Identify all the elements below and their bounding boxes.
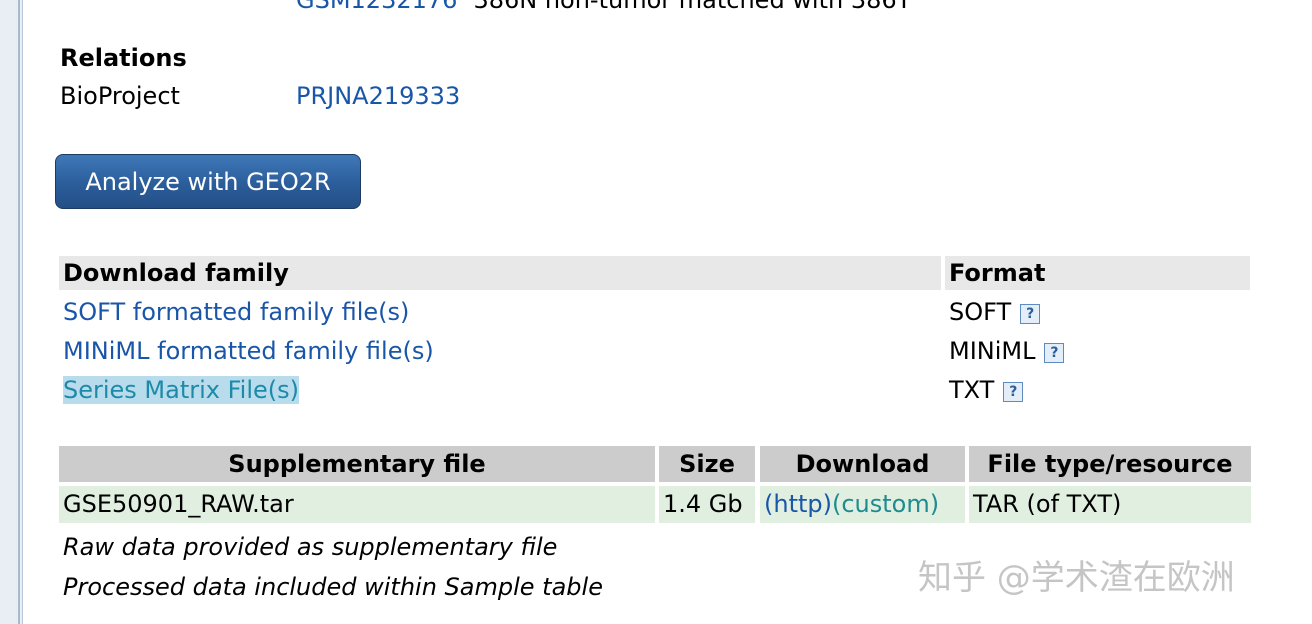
supplementary-file-name: GSE50901_RAW.tar [59, 486, 655, 523]
watermark: 知乎 @学术渣在欧洲 [918, 558, 1235, 598]
size-header: Size [659, 446, 755, 482]
supplementary-file-size: 1.4 Gb [659, 486, 755, 523]
bioproject-label: BioProject [60, 82, 180, 110]
soft-format: SOFT? [949, 298, 1041, 326]
download-header: Download [760, 446, 965, 482]
file-type-cell: TAR (of TXT) [969, 486, 1251, 523]
help-icon[interactable]: ? [1044, 343, 1065, 363]
sample-link[interactable]: GSM1232176 [296, 0, 457, 14]
http-download-link[interactable]: (http) [764, 490, 832, 518]
format-label: SOFT [949, 298, 1012, 326]
format-header: Format [945, 256, 1250, 290]
file-type-header: File type/resource [969, 446, 1251, 482]
download-family-header: Download family [59, 256, 941, 290]
help-icon[interactable]: ? [1003, 382, 1024, 402]
sample-row-partial: GSM1232176 386N non-tumor matched with 38… [296, 0, 911, 14]
download-links-cell: (http)(custom) [760, 486, 965, 523]
miniml-format: MINiML? [949, 337, 1065, 365]
raw-data-note: Raw data provided as supplementary file [63, 533, 558, 561]
custom-download-link[interactable]: (custom) [832, 490, 939, 518]
txt-format: TXT? [949, 376, 1024, 404]
format-label: TXT [949, 376, 995, 404]
format-label: MINiML [949, 337, 1036, 365]
help-icon[interactable]: ? [1020, 304, 1041, 324]
relations-heading: Relations [60, 44, 187, 72]
left-border-bar [0, 0, 23, 624]
analyze-geo2r-button[interactable]: Analyze with GEO2R [55, 154, 361, 209]
processed-data-note: Processed data included within Sample ta… [63, 573, 603, 601]
bioproject-link[interactable]: PRJNA219333 [296, 82, 460, 110]
soft-family-link[interactable]: SOFT formatted family file(s) [63, 298, 409, 326]
sample-description: 386N non-tumor matched with 386T [473, 0, 912, 14]
supplementary-file-header: Supplementary file [59, 446, 655, 482]
miniml-family-link[interactable]: MINiML formatted family file(s) [63, 337, 434, 365]
series-matrix-link[interactable]: Series Matrix File(s) [63, 376, 300, 404]
